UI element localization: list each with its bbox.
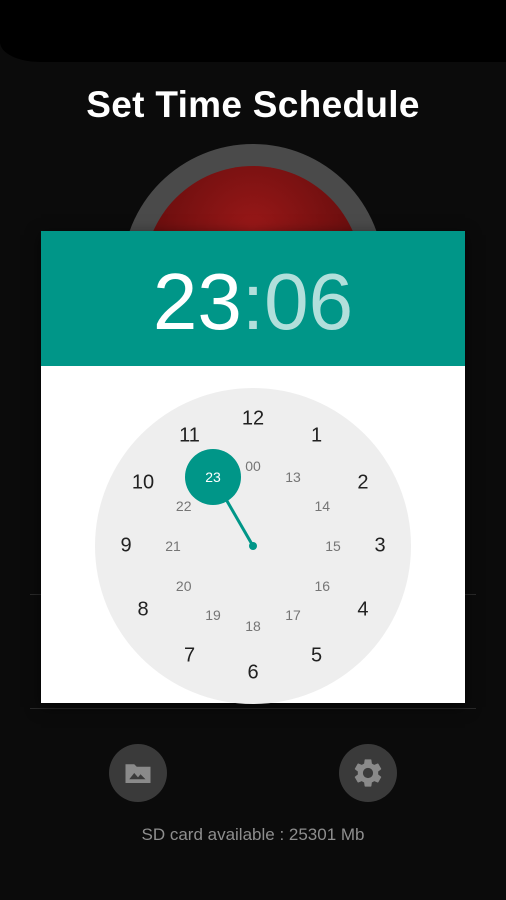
sd-card-status: SD card available : 25301 Mb: [141, 825, 365, 844]
clock-hour-4[interactable]: 4: [357, 598, 368, 621]
time-picker-header: 23:06: [41, 231, 465, 366]
clock-hour-9[interactable]: 9: [120, 535, 131, 558]
time-separator: :: [241, 257, 265, 346]
gear-icon: [354, 759, 382, 787]
time-picker-dialog: 23:06 23 12 1 2 3 4 5 6 7 8 9 10 11 00 13 14 15 16 17 18 19…: [41, 231, 465, 704]
clock-hour-20[interactable]: 20: [176, 578, 192, 594]
clock-hour-19[interactable]: 19: [205, 607, 221, 623]
clock-hour-11[interactable]: 11: [179, 425, 200, 448]
clock-hour-8[interactable]: 8: [137, 598, 148, 621]
clock-hand: [211, 475, 257, 550]
gallery-button[interactable]: [109, 744, 167, 802]
screen: Set Time Schedule SD card available : 25…: [0, 0, 506, 900]
settings-button[interactable]: [339, 744, 397, 802]
hours-display[interactable]: 23: [153, 257, 242, 346]
clock-hour-18[interactable]: 18: [245, 618, 261, 634]
clock-hour-17[interactable]: 17: [285, 607, 301, 623]
clock-hour-1[interactable]: 1: [311, 425, 322, 448]
clock-hour-3[interactable]: 3: [374, 535, 385, 558]
divider: [30, 708, 476, 709]
clock-hour-16[interactable]: 16: [314, 578, 330, 594]
clock-hour-00[interactable]: 00: [245, 458, 261, 474]
clock-hour-2[interactable]: 2: [357, 471, 368, 494]
clock-hour-21[interactable]: 21: [165, 538, 181, 554]
selected-hour-marker[interactable]: 23: [185, 448, 241, 505]
minutes-display[interactable]: 06: [264, 257, 353, 346]
clock-center-dot: [249, 542, 257, 550]
clock-hour-5[interactable]: 5: [311, 644, 322, 667]
clock-hour-15[interactable]: 15: [325, 538, 341, 554]
top-band: [0, 0, 506, 62]
clock-hour-7[interactable]: 7: [184, 644, 195, 667]
clock-hour-14[interactable]: 14: [314, 498, 330, 514]
time-display: 23:06: [41, 257, 465, 347]
clock-hour-6[interactable]: 6: [247, 662, 258, 685]
folder-image-icon: [125, 764, 151, 783]
clock-hour-13[interactable]: 13: [285, 469, 301, 485]
clock-hour-12[interactable]: 12: [242, 408, 264, 431]
screen-title: Set Time Schedule: [86, 84, 420, 125]
clock-hour-22[interactable]: 22: [176, 498, 192, 514]
clock-hour-10[interactable]: 10: [132, 471, 154, 494]
selected-hour-label: 23: [205, 468, 221, 485]
clock-face[interactable]: 23 12 1 2 3 4 5 6 7 8 9 10 11 00 13 14 15 16 17 18 19 20 21 22: [95, 388, 411, 704]
